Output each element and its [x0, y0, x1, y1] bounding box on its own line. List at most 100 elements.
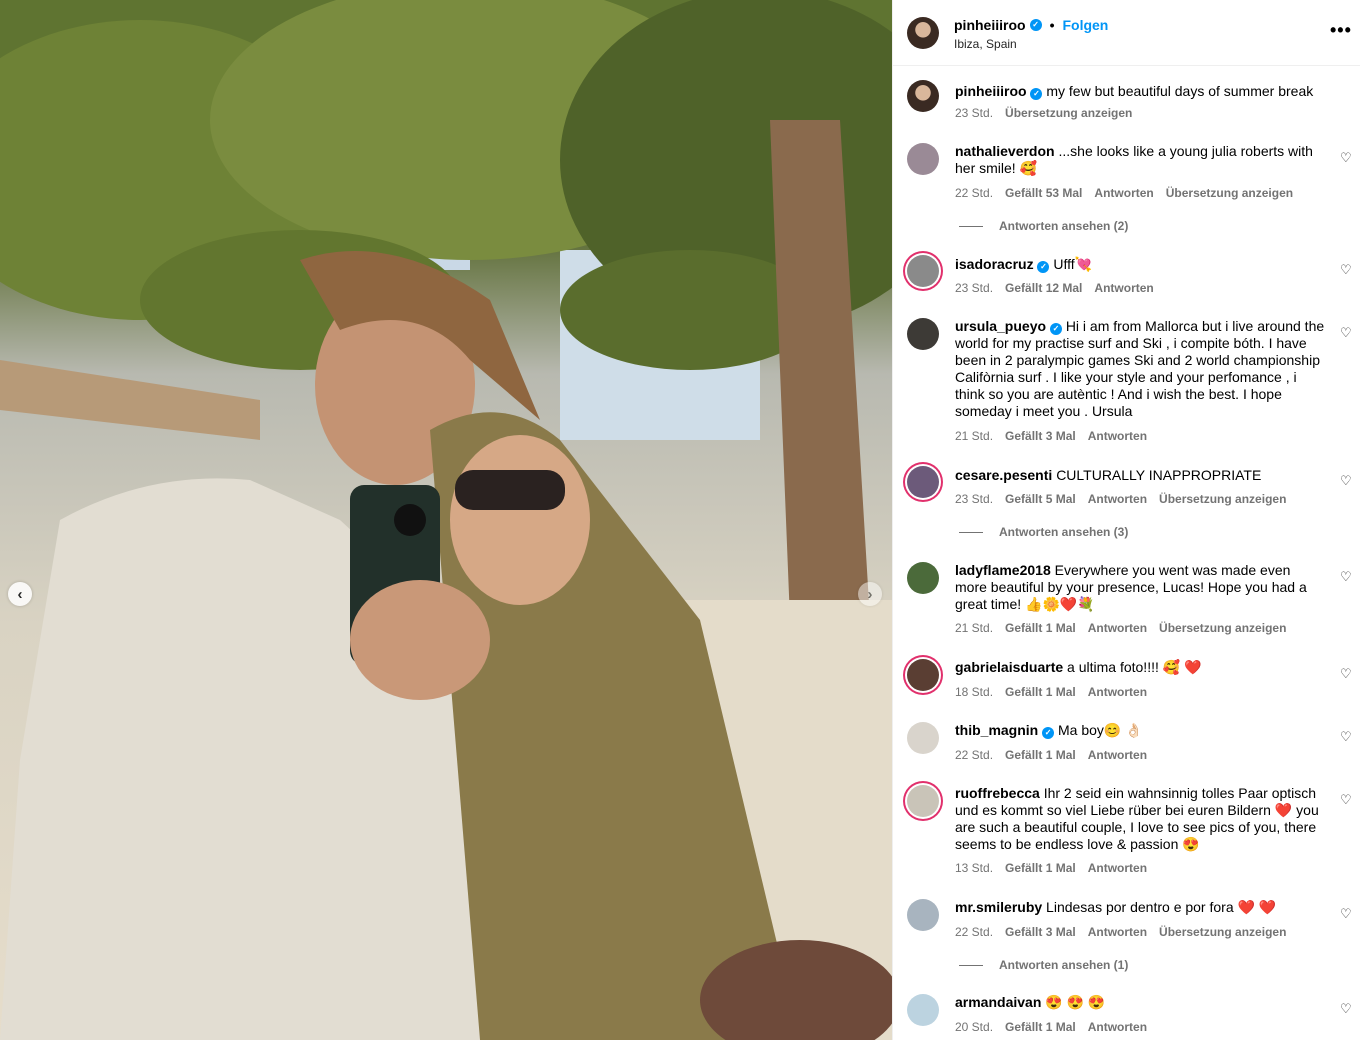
translate-link[interactable]: Übersetzung anzeigen: [1159, 492, 1286, 506]
reply-button[interactable]: Antworten: [1088, 429, 1147, 443]
comment-time: 23 Std.: [955, 281, 994, 295]
comment-username[interactable]: armandaivan: [955, 994, 1041, 1010]
comment-username[interactable]: nathalieverdon: [955, 143, 1055, 159]
reply-button[interactable]: Antworten: [1094, 186, 1153, 200]
comment-body: CULTURALLY INAPPROPRIATE: [1056, 467, 1262, 483]
heart-icon[interactable]: ♡: [1340, 1002, 1353, 1015]
comment-avatar[interactable]: [907, 318, 939, 350]
comment-likes[interactable]: Gefällt 12 Mal: [1005, 281, 1082, 295]
translate-link[interactable]: Übersetzung anzeigen: [1005, 106, 1132, 120]
comment-meta: 13 Std. Gefällt 1 Mal Antworten: [955, 861, 1147, 875]
comment-text: gabrielaisduarte a ultima foto!!!! 🥰 ❤️: [955, 659, 1325, 676]
replies-line: [959, 964, 983, 966]
comment-avatar[interactable]: [907, 785, 939, 817]
comment-avatar[interactable]: [907, 466, 939, 498]
view-replies-button[interactable]: Antworten ansehen (1): [959, 958, 1128, 972]
caption-username[interactable]: pinheiiiroo: [955, 83, 1027, 99]
comment-avatar[interactable]: [907, 659, 939, 691]
comment-username[interactable]: cesare.pesenti: [955, 467, 1052, 483]
comment-username[interactable]: thib_magnin: [955, 722, 1038, 738]
follow-button[interactable]: Folgen: [1062, 17, 1108, 33]
verified-badge-icon: ✓: [1029, 19, 1042, 31]
comment-avatar[interactable]: [907, 143, 939, 175]
heart-icon[interactable]: ♡: [1340, 570, 1353, 583]
chevron-right-icon[interactable]: ›: [858, 582, 882, 606]
comment-body: Lindesas por dentro e por fora ❤️ ❤️: [1046, 899, 1277, 915]
comment-username[interactable]: mr.smileruby: [955, 899, 1042, 915]
comment-username[interactable]: ruoffrebecca: [955, 785, 1040, 801]
comment-username[interactable]: gabrielaisduarte: [955, 659, 1063, 675]
verified-badge-icon: ✓: [1030, 88, 1043, 100]
comment-username[interactable]: ladyflame2018: [955, 562, 1051, 578]
caption-avatar[interactable]: [907, 80, 939, 112]
comment-likes[interactable]: Gefällt 3 Mal: [1005, 925, 1076, 939]
comment-username[interactable]: ursula_pueyo: [955, 318, 1046, 334]
caption-text: pinheiiiroo ✓ my few but beautiful days …: [955, 83, 1325, 100]
comment-time: 21 Std.: [955, 621, 994, 635]
verified-badge-icon: ✓: [1037, 261, 1050, 273]
comment-likes[interactable]: Gefällt 1 Mal: [1005, 621, 1076, 635]
photo-illustration: [0, 0, 892, 1040]
post-location[interactable]: Ibiza, Spain: [954, 37, 1017, 51]
comment-time: 13 Std.: [955, 861, 994, 875]
reply-button[interactable]: Antworten: [1088, 621, 1147, 635]
heart-icon[interactable]: ♡: [1340, 474, 1353, 487]
caption-meta: 23 Std. Übersetzung anzeigen: [955, 106, 1132, 120]
comment-meta: 18 Std. Gefällt 1 Mal Antworten: [955, 685, 1147, 699]
comment-meta: 23 Std. Gefällt 5 Mal Antworten Übersetz…: [955, 492, 1286, 506]
reply-button[interactable]: Antworten: [1088, 748, 1147, 762]
reply-button[interactable]: Antworten: [1088, 1020, 1147, 1034]
reply-button[interactable]: Antworten: [1094, 281, 1153, 295]
comment-username[interactable]: isadoracruz: [955, 256, 1034, 272]
author-username[interactable]: pinheiiiroo: [954, 17, 1026, 33]
comment-text: armandaivan 😍 😍 😍: [955, 994, 1325, 1011]
comment-body: 😍 😍 😍: [1045, 994, 1106, 1010]
comment-body: Ufff💘: [1053, 256, 1093, 272]
more-icon[interactable]: •••: [1330, 20, 1352, 41]
comment-time: 22 Std.: [955, 925, 994, 939]
view-replies-button[interactable]: Antworten ansehen (2): [959, 219, 1128, 233]
comment-likes[interactable]: Gefällt 1 Mal: [1005, 685, 1076, 699]
comment-avatar[interactable]: [907, 722, 939, 754]
translate-link[interactable]: Übersetzung anzeigen: [1166, 186, 1293, 200]
comment-time: 20 Std.: [955, 1020, 994, 1034]
author-avatar[interactable]: [907, 17, 939, 49]
translate-link[interactable]: Übersetzung anzeigen: [1159, 621, 1286, 635]
comment-time: 23 Std.: [955, 492, 994, 506]
comment-time: 22 Std.: [955, 186, 994, 200]
author-line: pinheiiiroo ✓ • Folgen: [954, 17, 1108, 33]
heart-icon[interactable]: ♡: [1340, 907, 1353, 920]
heart-icon[interactable]: ♡: [1340, 667, 1353, 680]
post-header: pinheiiiroo ✓ • Folgen Ibiza, Spain •••: [893, 0, 1360, 66]
comment-avatar[interactable]: [907, 994, 939, 1026]
comment-text: ruoffrebecca Ihr 2 seid ein wahnsinnig t…: [955, 785, 1325, 853]
comment-likes[interactable]: Gefällt 5 Mal: [1005, 492, 1076, 506]
heart-icon[interactable]: ♡: [1340, 730, 1353, 743]
comment-likes[interactable]: Gefällt 1 Mal: [1005, 748, 1076, 762]
translate-link[interactable]: Übersetzung anzeigen: [1159, 925, 1286, 939]
comment-avatar[interactable]: [907, 899, 939, 931]
reply-button[interactable]: Antworten: [1088, 925, 1147, 939]
view-replies-button[interactable]: Antworten ansehen (3): [959, 525, 1128, 539]
heart-icon[interactable]: ♡: [1340, 793, 1353, 806]
comment-meta: 22 Std. Gefällt 53 Mal Antworten Überset…: [955, 186, 1293, 200]
comment-avatar[interactable]: [907, 255, 939, 287]
reply-button[interactable]: Antworten: [1088, 492, 1147, 506]
comment-meta: 21 Std. Gefällt 1 Mal Antworten Übersetz…: [955, 621, 1286, 635]
comment-meta: 21 Std. Gefällt 3 Mal Antworten: [955, 429, 1147, 443]
reply-button[interactable]: Antworten: [1088, 685, 1147, 699]
comment-avatar[interactable]: [907, 562, 939, 594]
reply-button[interactable]: Antworten: [1088, 861, 1147, 875]
heart-icon[interactable]: ♡: [1340, 151, 1353, 164]
chevron-left-icon[interactable]: ‹: [8, 582, 32, 606]
comment-body: Ma boy😊 👌🏻: [1058, 722, 1143, 738]
comment-likes[interactable]: Gefällt 3 Mal: [1005, 429, 1076, 443]
heart-icon[interactable]: ♡: [1340, 263, 1353, 276]
comment-likes[interactable]: Gefällt 53 Mal: [1005, 186, 1082, 200]
comment-likes[interactable]: Gefällt 1 Mal: [1005, 861, 1076, 875]
heart-icon[interactable]: ♡: [1340, 326, 1353, 339]
comment-likes[interactable]: Gefällt 1 Mal: [1005, 1020, 1076, 1034]
comment-time: 21 Std.: [955, 429, 994, 443]
comment-meta: 20 Std. Gefällt 1 Mal Antworten: [955, 1020, 1147, 1034]
comment-text: thib_magnin ✓ Ma boy😊 👌🏻: [955, 722, 1325, 739]
